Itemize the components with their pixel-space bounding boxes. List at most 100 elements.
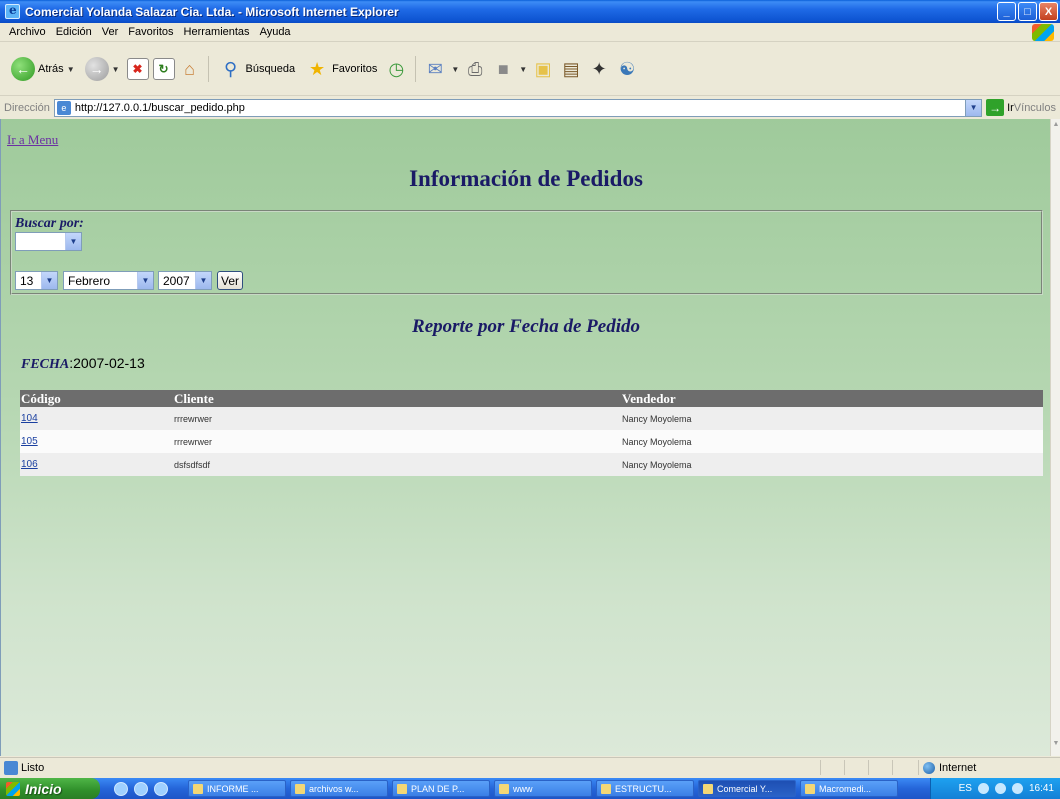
ie-icon bbox=[5, 3, 20, 19]
task-button[interactable]: Macromedi... bbox=[800, 780, 898, 797]
close-button[interactable]: X bbox=[1039, 2, 1058, 21]
home-icon[interactable]: ⌂ bbox=[179, 58, 201, 80]
scroll-down-icon[interactable]: ▼ bbox=[1051, 740, 1060, 752]
folder-icon[interactable]: ▣ bbox=[531, 59, 555, 80]
month-select[interactable]: Febrero ▼ bbox=[63, 271, 154, 290]
menu-edicion[interactable]: Edición bbox=[51, 26, 97, 38]
forward-arrow-icon: → bbox=[84, 57, 109, 81]
table-row: 106 dsfsdfsdf Nancy Moyolema bbox=[20, 453, 1043, 476]
menu-ver[interactable]: Ver bbox=[97, 26, 124, 38]
vendedor-cell: Nancy Moyolema bbox=[621, 453, 1043, 476]
go-button[interactable]: → Ir bbox=[986, 99, 1014, 116]
taskbar: Inicio INFORME ... archivos w... PLAN DE… bbox=[0, 778, 1060, 799]
year-select[interactable]: 2007 ▼ bbox=[158, 271, 212, 290]
task-button[interactable]: Comercial Y... bbox=[698, 780, 796, 797]
order-link[interactable]: 105 bbox=[21, 436, 38, 447]
scroll-up-icon[interactable]: ▲ bbox=[1051, 121, 1060, 133]
edit-dropdown-icon[interactable]: ▼ bbox=[519, 65, 527, 74]
search-by-select[interactable]: ▼ bbox=[15, 232, 82, 251]
address-input[interactable]: e http://127.0.0.1/buscar_pedido.php ▼ bbox=[53, 98, 983, 117]
task-button[interactable]: PLAN DE P... bbox=[392, 780, 490, 797]
mail-dropdown-icon[interactable]: ▼ bbox=[451, 65, 459, 74]
quick-launch-browser-icon[interactable] bbox=[134, 781, 148, 796]
vertical-scrollbar[interactable]: ▲ ▼ bbox=[1050, 119, 1060, 756]
task-button[interactable]: ESTRUCTU... bbox=[596, 780, 694, 797]
back-dropdown-icon[interactable]: ▼ bbox=[67, 65, 75, 74]
ver-button[interactable]: Ver bbox=[217, 271, 244, 290]
search-by-label: Buscar por: bbox=[15, 216, 84, 231]
go-label: Ir bbox=[1007, 101, 1014, 114]
word-icon bbox=[601, 783, 611, 794]
mail-icon[interactable]: ✉ bbox=[423, 59, 447, 80]
tray-icon[interactable] bbox=[977, 783, 989, 794]
header-codigo: Código bbox=[20, 390, 173, 407]
window-title: Comercial Yolanda Salazar Cia. Ltda. - M… bbox=[25, 4, 399, 19]
title-bar[interactable]: Comercial Yolanda Salazar Cia. Ltda. - M… bbox=[0, 0, 1060, 23]
task-button[interactable]: www bbox=[494, 780, 592, 797]
research-icon[interactable]: ▤ bbox=[559, 59, 583, 80]
header-vendedor: Vendedor bbox=[621, 390, 1043, 407]
month-value: Febrero bbox=[68, 273, 111, 288]
quick-launch-ie-icon[interactable] bbox=[114, 781, 128, 796]
tray-icon[interactable] bbox=[1011, 783, 1023, 794]
page-icon: e bbox=[56, 100, 71, 115]
start-label: Inicio bbox=[25, 780, 62, 797]
address-label: Dirección bbox=[4, 101, 50, 114]
tool-icon[interactable]: ✦ bbox=[587, 59, 611, 80]
menu-archivo[interactable]: Archivo bbox=[4, 26, 51, 38]
word-icon bbox=[397, 783, 407, 794]
status-cells bbox=[820, 760, 916, 775]
task-label: Macromedi... bbox=[819, 783, 872, 794]
quick-launch-media-icon[interactable] bbox=[154, 781, 168, 796]
word-icon bbox=[193, 783, 203, 794]
ie-icon bbox=[703, 783, 713, 794]
codigo-cell: 106 bbox=[20, 453, 173, 476]
page-title: Información de Pedidos bbox=[409, 166, 643, 191]
favorites-button[interactable]: ★ Favoritos bbox=[302, 54, 380, 84]
menu-ayuda[interactable]: Ayuda bbox=[255, 26, 296, 38]
refresh-icon[interactable]: ↻ bbox=[152, 58, 175, 80]
order-link[interactable]: 104 bbox=[21, 413, 38, 424]
toolbar: ← Atrás ▼ → ▼ ✖ ↻ ⌂ ⚲ Búsqueda ★ Favorit… bbox=[0, 43, 1060, 96]
clock: 16:41 bbox=[1028, 783, 1054, 794]
table-header-row: Código Cliente Vendedor bbox=[20, 390, 1043, 407]
forward-button[interactable]: → ▼ bbox=[82, 54, 123, 84]
stop-icon[interactable]: ✖ bbox=[126, 58, 149, 80]
maximize-button[interactable]: □ bbox=[1018, 2, 1037, 21]
forward-dropdown-icon[interactable]: ▼ bbox=[112, 65, 120, 74]
language-indicator[interactable]: ES bbox=[959, 783, 972, 794]
status-cell bbox=[868, 760, 892, 775]
star-icon: ★ bbox=[309, 58, 326, 79]
edit-icon[interactable]: ■ bbox=[491, 59, 515, 80]
minimize-button[interactable]: _ bbox=[997, 2, 1016, 21]
task-button[interactable]: archivos w... bbox=[290, 780, 388, 797]
order-link[interactable]: 106 bbox=[21, 459, 38, 470]
task-list: INFORME ... archivos w... PLAN DE P... w… bbox=[188, 780, 898, 797]
toolbar-separator bbox=[207, 56, 209, 82]
back-button[interactable]: ← Atrás ▼ bbox=[8, 54, 78, 84]
tray-icon[interactable] bbox=[994, 783, 1006, 794]
window-controls: _ □ X bbox=[997, 2, 1058, 21]
codigo-cell: 105 bbox=[20, 430, 173, 453]
print-icon[interactable]: ⎙ bbox=[463, 59, 487, 80]
table-row: 105 rrrewrwer Nancy Moyolema bbox=[20, 430, 1043, 453]
search-button[interactable]: ⚲ Búsqueda bbox=[216, 54, 299, 84]
chevron-down-icon: ▼ bbox=[65, 233, 81, 250]
table-row: 104 rrrewrwer Nancy Moyolema bbox=[20, 407, 1043, 430]
status-cell bbox=[844, 760, 868, 775]
cliente-cell: rrrewrwer bbox=[173, 430, 621, 453]
menu-herramientas[interactable]: Herramientas bbox=[179, 26, 255, 38]
menu-favoritos[interactable]: Favoritos bbox=[123, 26, 178, 38]
task-button[interactable]: INFORME ... bbox=[188, 780, 286, 797]
windows-logo-icon bbox=[1032, 24, 1054, 41]
task-label: ESTRUCTU... bbox=[615, 783, 672, 794]
task-label: INFORME ... bbox=[207, 783, 259, 794]
day-select[interactable]: 13 ▼ bbox=[15, 271, 58, 290]
history-icon[interactable]: ◷ bbox=[384, 59, 408, 80]
vendedor-cell: Nancy Moyolema bbox=[621, 430, 1043, 453]
address-dropdown-icon[interactable]: ▼ bbox=[965, 99, 982, 116]
menu-link[interactable]: Ir a Menu bbox=[7, 132, 58, 148]
links-toolbar[interactable]: Vínculos bbox=[1014, 102, 1056, 114]
start-button[interactable]: Inicio bbox=[0, 778, 100, 799]
messenger-icon[interactable]: ☯ bbox=[615, 59, 639, 80]
